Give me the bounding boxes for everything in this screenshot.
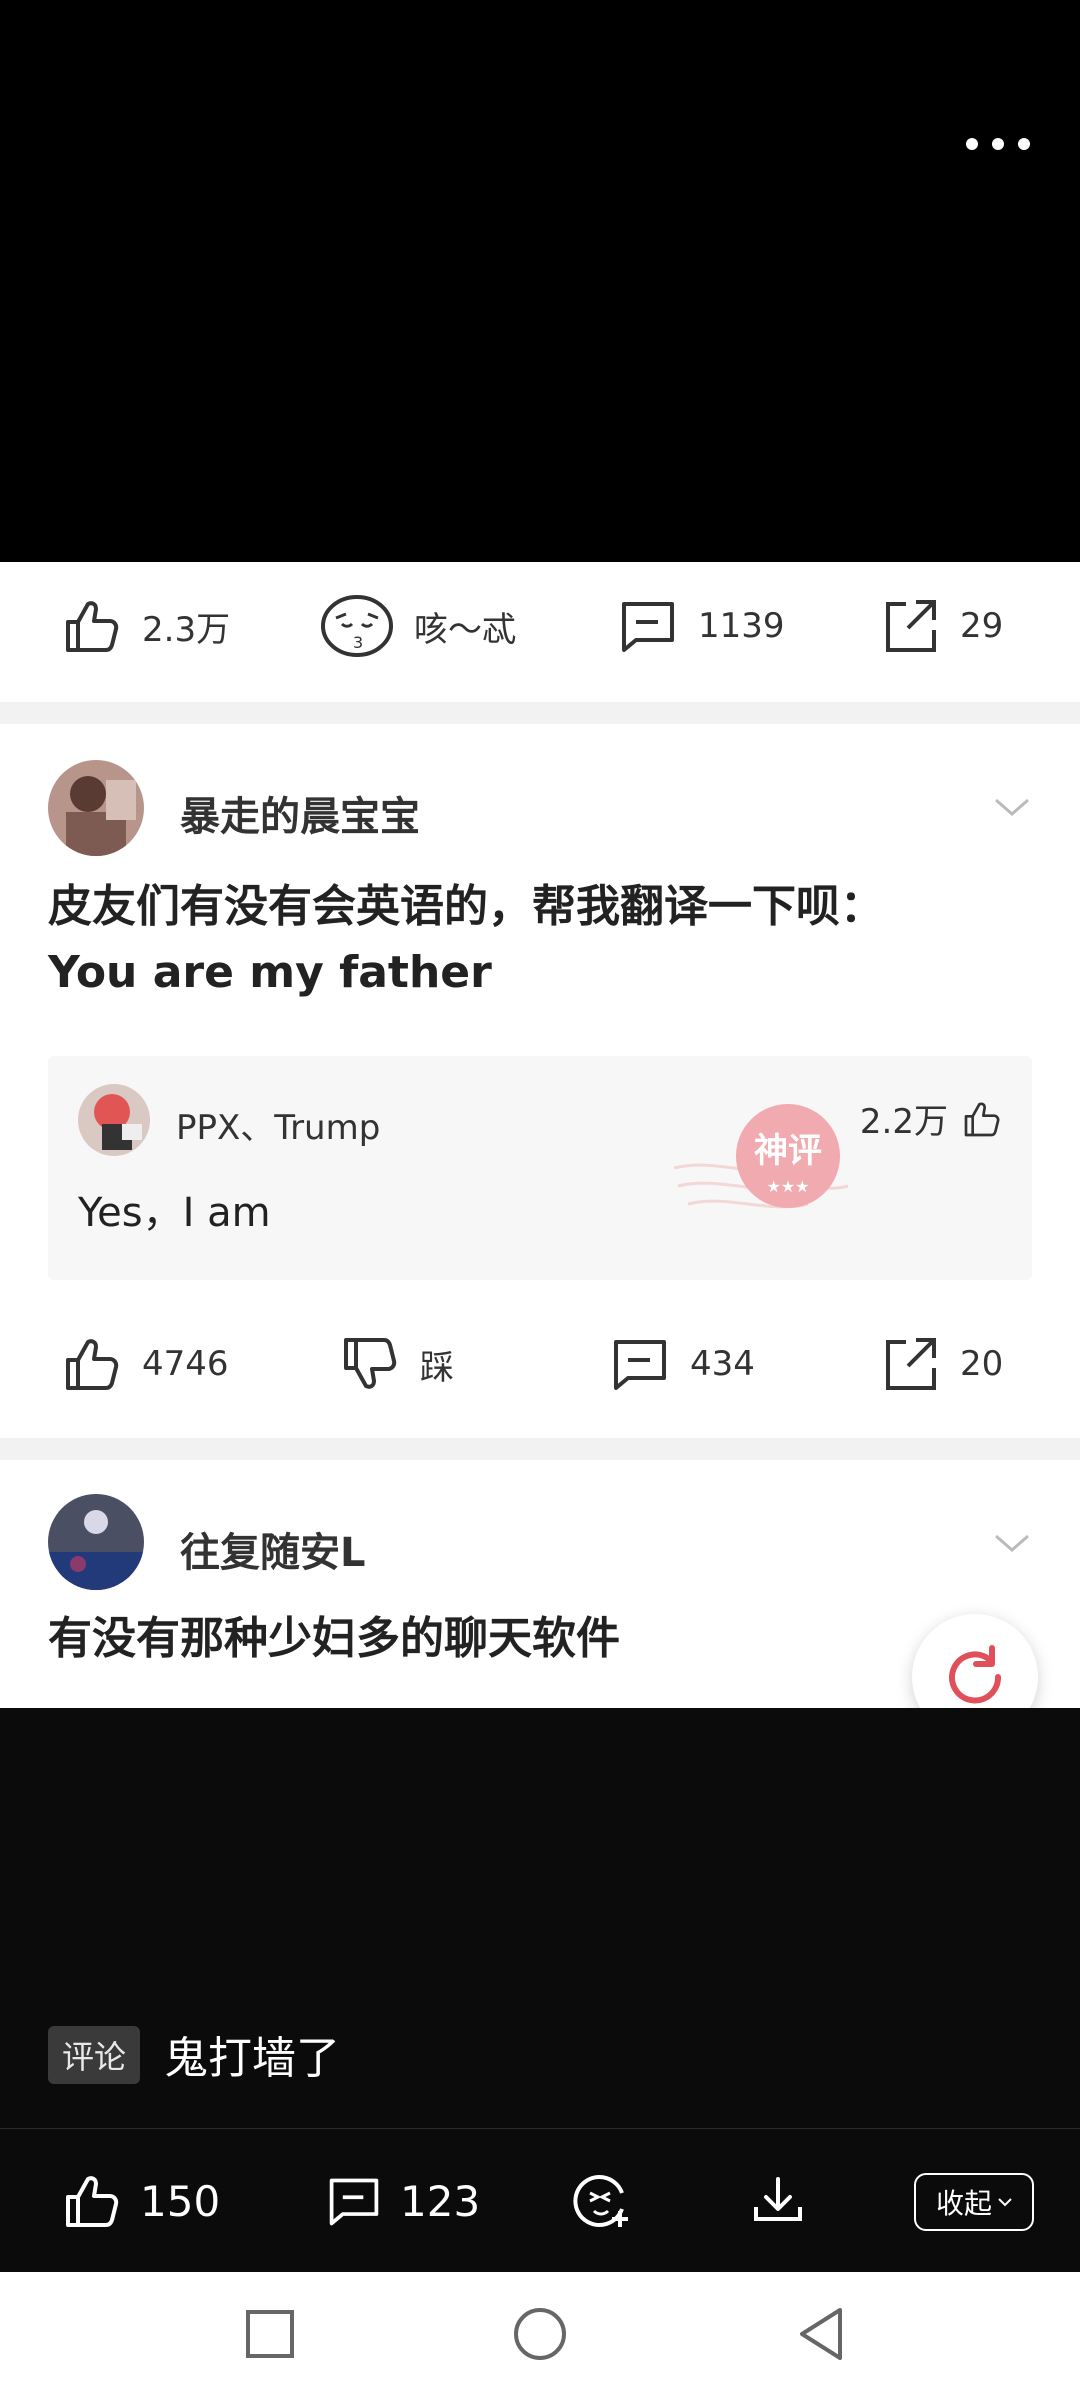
more-dot: [1018, 138, 1030, 150]
comment-button[interactable]: 434: [610, 1300, 755, 1428]
add-emoji-button[interactable]: [572, 2129, 632, 2273]
collapse-label: 收起: [935, 2187, 992, 2220]
avatar[interactable]: [48, 760, 144, 856]
comment-icon: [610, 1334, 670, 1394]
feed-list: 2.3万 3 咳～忒 1139 29 暴走的晨宝宝 皮友们有没有会英语的，帮我翻…: [0, 562, 1080, 1708]
dislike-button[interactable]: 踩: [340, 1300, 454, 1428]
collapse-button[interactable]: 收起: [914, 2173, 1034, 2231]
like-count: 150: [140, 2176, 221, 2226]
circle-nav-icon[interactable]: [512, 2306, 568, 2366]
like-count: 2.3万: [142, 609, 231, 650]
god-comment-like-button[interactable]: 2.2万: [860, 1094, 1002, 1143]
comment-count: 123: [400, 2176, 481, 2226]
thumb-up-icon: [62, 1334, 122, 1394]
emoji-label: 咳～忒: [414, 609, 516, 650]
more-icon[interactable]: [966, 138, 1030, 150]
post-title: 有没有那种少妇多的聊天软件: [48, 1613, 620, 1664]
like-button[interactable]: 150: [62, 2129, 220, 2273]
post-actionbar: 4746 踩 434 20: [0, 1300, 1080, 1428]
avatar[interactable]: [78, 1084, 150, 1156]
like-button[interactable]: 4746: [62, 1300, 229, 1428]
post-card[interactable]: 暴走的晨宝宝 皮友们有没有会英语的，帮我翻译一下呗： You are my fa…: [0, 724, 1080, 1284]
emoji-reaction-button[interactable]: 3 咳～忒: [320, 562, 516, 690]
stamp-text: 神评: [754, 1131, 822, 1171]
thumb-down-icon: [340, 1334, 400, 1394]
video-comment-text: 鬼打墙了: [164, 2033, 340, 2084]
download-button[interactable]: [750, 2129, 806, 2273]
comment-icon: [326, 2173, 382, 2229]
add-emoji-icon: [572, 2171, 632, 2231]
video-action-bar: 150 123 收起: [0, 2128, 1080, 2273]
comment-button[interactable]: 1139: [618, 562, 785, 690]
share-button[interactable]: 29: [880, 562, 1003, 690]
more-dot: [966, 138, 978, 150]
comment-icon: [618, 596, 678, 656]
svg-text:3: 3: [353, 633, 363, 652]
post-title-line1: 皮友们有没有会英语的，帮我翻译一下呗：: [48, 881, 884, 932]
chevron-down-icon[interactable]: [994, 1532, 1030, 1558]
thumb-up-icon: [962, 1099, 1002, 1139]
square-nav-icon[interactable]: [246, 2306, 294, 2366]
comment-count: 1139: [698, 606, 785, 646]
refresh-icon: [940, 1642, 1010, 1712]
thumb-up-icon: [62, 596, 122, 656]
video-post-actionbar: 2.3万 3 咳～忒 1139 29: [0, 562, 1080, 690]
emoji-icon: 3: [320, 594, 394, 658]
comment-tag: 评论: [48, 2026, 141, 2084]
god-comment-text: Yes，I am: [78, 1190, 271, 1236]
like-button[interactable]: 2.3万: [62, 562, 230, 690]
video-player-top[interactable]: [0, 0, 1080, 562]
share-count: 29: [960, 606, 1004, 646]
comment-button[interactable]: 123: [326, 2129, 480, 2273]
avatar[interactable]: [48, 1494, 144, 1590]
video-player-bottom[interactable]: [0, 1708, 1080, 2128]
back-nav-icon[interactable]: [796, 2306, 846, 2366]
chevron-down-icon[interactable]: [994, 796, 1030, 822]
separator: [0, 702, 1080, 724]
share-icon: [880, 596, 940, 656]
dislike-label: 踩: [420, 1347, 454, 1388]
chevron-down-icon: [998, 2197, 1012, 2207]
share-icon: [880, 1334, 940, 1394]
post-username[interactable]: 暴走的晨宝宝: [180, 784, 420, 842]
comment-count: 434: [690, 1344, 755, 1384]
svg-text:★★★: ★★★: [766, 1177, 809, 1196]
god-comment-user[interactable]: PPX、Trump: [176, 1100, 380, 1149]
god-comment-likes: 2.2万: [859, 1102, 948, 1142]
system-nav-bar: [0, 2272, 1080, 2400]
download-icon: [750, 2173, 806, 2229]
post-username[interactable]: 往复随安L: [180, 1520, 366, 1578]
like-count: 4746: [142, 1344, 229, 1384]
more-dot: [992, 138, 1004, 150]
share-count: 20: [960, 1344, 1004, 1384]
post-title-line2: You are my father: [48, 947, 492, 998]
god-comment-box[interactable]: 神评 ★★★ PPX、Trump 2.2万 Yes，I am: [48, 1056, 1032, 1280]
share-button[interactable]: 20: [880, 1300, 1003, 1428]
thumb-up-icon: [62, 2171, 122, 2231]
separator: [0, 1438, 1080, 1460]
